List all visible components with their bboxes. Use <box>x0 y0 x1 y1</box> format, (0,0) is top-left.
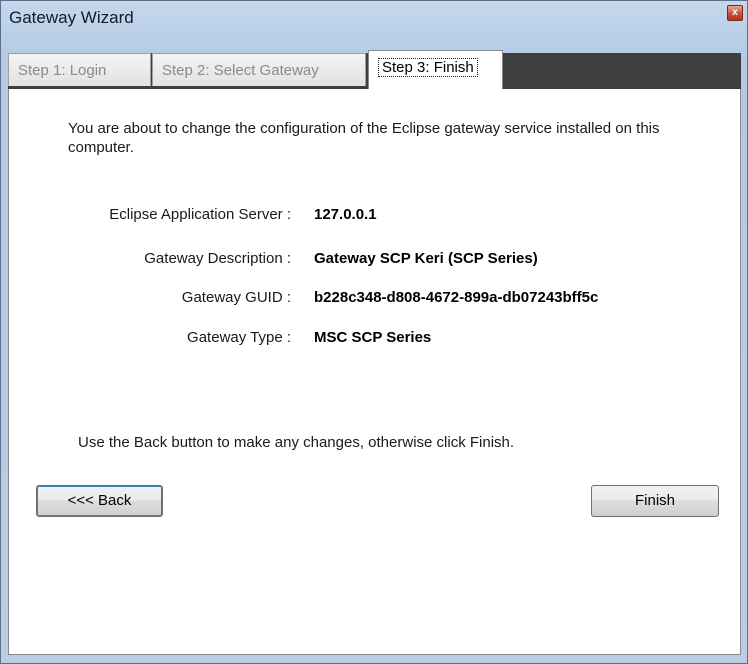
server-value: 127.0.0.1 <box>314 206 377 223</box>
close-icon[interactable]: x <box>727 5 743 21</box>
guid-label: Gateway GUID : <box>181 289 291 306</box>
tab-strip: Step 1: Login Step 2: Select Gateway Ste… <box>8 50 741 89</box>
description-value: Gateway SCP Keri (SCP Series) <box>314 250 538 267</box>
finish-button[interactable]: Finish <box>591 485 719 517</box>
gateway-wizard-window: Gateway Wizard x Step 1: Login Step 2: S… <box>0 0 748 664</box>
tab-step2-select-gateway[interactable]: Step 2: Select Gateway <box>152 53 366 86</box>
intro-text: You are about to change the configuratio… <box>68 120 660 156</box>
back-button[interactable]: <<< Back <box>36 485 163 517</box>
tab-content-panel <box>8 89 741 655</box>
tab-step1-login[interactable]: Step 1: Login <box>8 53 151 86</box>
tab-step3-finish[interactable]: Step 3: Finish <box>368 50 503 89</box>
description-label: Gateway Description : <box>144 250 291 267</box>
window-title: Gateway Wizard <box>9 8 134 27</box>
type-label: Gateway Type : <box>187 329 291 346</box>
server-label: Eclipse Application Server : <box>109 206 291 223</box>
tab-step3-label: Step 3: Finish <box>378 58 478 77</box>
guid-value: b228c348-d808-4672-899a-db07243bff5c <box>314 289 599 306</box>
hint-text: Use the Back button to make any changes,… <box>78 434 515 451</box>
type-value: MSC SCP Series <box>314 329 432 346</box>
